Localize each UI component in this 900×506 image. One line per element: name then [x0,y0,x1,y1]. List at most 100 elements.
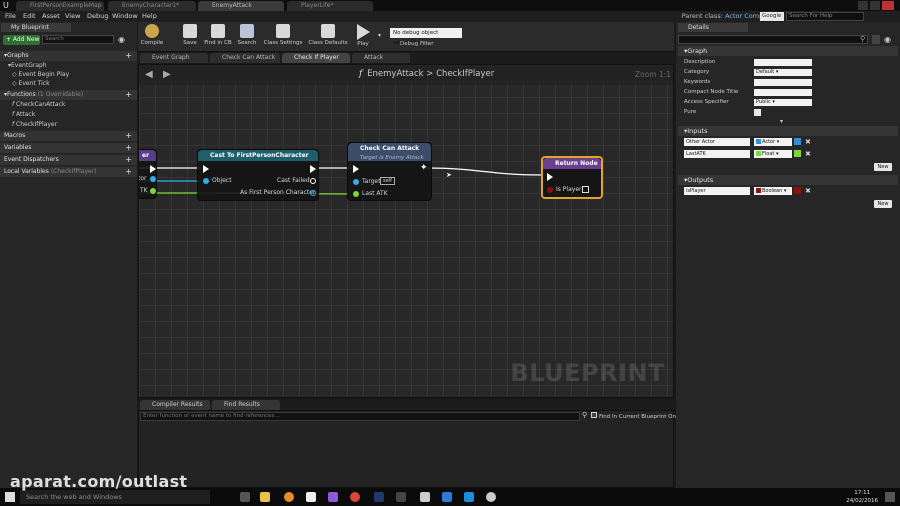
section-graphs[interactable]: ▾Graphs + [0,51,137,61]
notifications-icon[interactable] [885,492,895,502]
maximize-icon[interactable] [870,1,880,10]
doc-tab-map[interactable]: FirstPersonExampleMap [16,1,104,11]
close-icon[interactable] [882,1,894,10]
input-lastatk-array-icon[interactable] [794,150,801,157]
unreal-launcher-icon[interactable] [420,492,430,502]
details-search-input[interactable] [678,35,868,44]
blueprint-graph-canvas[interactable]: ◀ ▶ f EnemyAttack > CheckIfPlayer Zoom 1:… [138,64,674,398]
visual-studio-icon[interactable] [328,492,338,502]
taskbar-clock[interactable]: 17:11 24/02/2016 [846,489,878,505]
field-description-input[interactable] [754,59,812,66]
new-output-button[interactable]: New [874,200,892,208]
tab-compiler-results[interactable]: Compiler Results [140,400,210,410]
return-isplayer-checkbox[interactable] [582,186,589,193]
doc-tab-enemyattack[interactable]: EnemyAttack [198,1,284,11]
function-item-checkifplayer[interactable]: f CheckIfPlayer [0,120,137,130]
exec-out-pin[interactable] [150,165,156,173]
file-explorer-icon[interactable] [260,492,270,502]
section-macros[interactable]: Macros + [0,131,137,141]
section-local-variables[interactable]: Local Variables (CheckIfPlayer) + [0,167,137,177]
visibility-eye-icon[interactable]: ◉ [884,35,891,44]
section-variables[interactable]: Variables + [0,143,137,153]
window-controls[interactable] [844,1,896,10]
photoshop-icon[interactable] [374,492,384,502]
remove-input-lastatk-icon[interactable]: ✖ [805,150,811,158]
cast-exec-in-pin[interactable] [203,165,209,173]
advanced-expand-icon[interactable]: ▾ [780,118,783,125]
app-icon-3[interactable] [464,492,474,502]
find-references-input[interactable]: Enter function or event name to find ref… [140,412,580,421]
task-view-icon[interactable] [240,492,250,502]
menu-file[interactable]: File [5,12,16,20]
input-other-actor-name[interactable]: Other Actor [684,138,750,146]
add-dispatcher-icon[interactable]: + [125,155,132,165]
find-current-blueprint-only[interactable]: Find In Current Blueprint Only [591,412,681,420]
input-other-actor-array-icon[interactable] [794,138,801,145]
add-graph-icon[interactable]: + [125,51,132,61]
unreal-editor-icon[interactable] [396,492,406,502]
menu-edit[interactable]: Edit [23,12,36,20]
new-input-button[interactable]: New [874,163,892,171]
doc-tab-playerlife[interactable]: PlayerLife* [287,1,373,11]
search-engine-select[interactable]: Google [760,12,784,21]
tab-attack[interactable]: Attack [352,53,410,63]
add-function-icon[interactable]: + [125,90,132,100]
compile-button[interactable]: Compile [132,24,172,51]
menu-window[interactable]: Window [112,12,138,20]
details-section-graph[interactable]: ▾Graph [678,46,898,56]
add-new-button[interactable]: + Add New [3,35,40,45]
event-item-tick[interactable]: ◇ Event Tick [0,79,137,89]
minimize-icon[interactable] [858,1,868,10]
tab-find-results[interactable]: Find Results [212,400,280,410]
app-icon-1[interactable] [306,492,316,502]
menu-help[interactable]: Help [142,12,157,20]
app-icon-4[interactable] [486,492,496,502]
visibility-eye-icon[interactable]: ◉ [118,35,132,44]
add-macro-icon[interactable]: + [125,131,132,141]
function-item-checkcanattack[interactable]: f CheckCanAttack [0,100,137,110]
tab-check-can-attack[interactable]: Check Can Attack [210,53,280,63]
section-functions[interactable]: ▾Functions (1 Overridable) + [0,90,137,100]
add-variable-icon[interactable]: + [125,143,132,153]
output-isplayer-name[interactable]: isPlayer [684,187,750,195]
windows-start-icon[interactable] [5,492,15,502]
function-item-attack[interactable]: f Attack [0,110,137,120]
field-access-select[interactable]: Public ▾ [754,99,812,106]
field-category-select[interactable]: Default ▾ [754,69,812,76]
menu-asset[interactable]: Asset [42,12,60,20]
chrome-icon[interactable] [350,492,360,502]
find-search-icon[interactable]: ⚲ [582,411,587,419]
cast-as-pin[interactable] [310,190,316,196]
search-button[interactable]: Search [227,24,267,51]
check-exec-in-pin[interactable] [353,165,359,173]
section-event-dispatchers[interactable]: Event Dispatchers + [0,155,137,165]
class-settings-button[interactable]: Class Settings [263,24,303,51]
app-icon-2[interactable] [442,492,452,502]
remove-input-other-actor-icon[interactable]: ✖ [805,138,811,146]
tab-event-graph[interactable]: Event Graph [140,53,208,63]
field-compact-title-input[interactable] [754,89,812,96]
details-search-icon[interactable]: ⚲ [860,35,865,43]
play-button[interactable]: Play [343,24,383,51]
checkbox-checked-icon[interactable] [591,412,597,418]
unreal-logo-icon[interactable]: U [3,1,11,10]
remove-output-isplayer-icon[interactable]: ✖ [805,187,811,195]
menu-view[interactable]: View [65,12,80,20]
property-matrix-icon[interactable] [872,35,880,44]
check-can-attack-node[interactable]: Check Can Attack Target is Enemy Attack ✦… [347,142,432,201]
return-isplayer-pin[interactable] [547,187,553,193]
check-lastatk-pin[interactable] [353,191,359,197]
partial-entry-node[interactable]: er tor TK [139,149,157,199]
return-node[interactable]: Return Node Is Player [541,156,603,199]
field-pure-checkbox[interactable] [754,109,761,116]
play-options-dropdown-icon[interactable]: ▾ [378,32,381,39]
cast-object-pin[interactable] [203,178,209,184]
check-target-pin[interactable] [353,179,359,185]
cast-to-node[interactable]: Cast To FirstPersonCharacter Object Cast… [197,149,319,201]
output-isplayer-array-icon[interactable] [794,187,801,194]
check-exec-out-pin[interactable]: ✦ [420,163,428,173]
blueprint-search-input[interactable]: Search [42,35,114,44]
details-tab[interactable]: Details [678,23,748,32]
add-local-variable-icon[interactable]: + [125,167,132,177]
cast-exec-out-pin[interactable] [310,165,316,173]
